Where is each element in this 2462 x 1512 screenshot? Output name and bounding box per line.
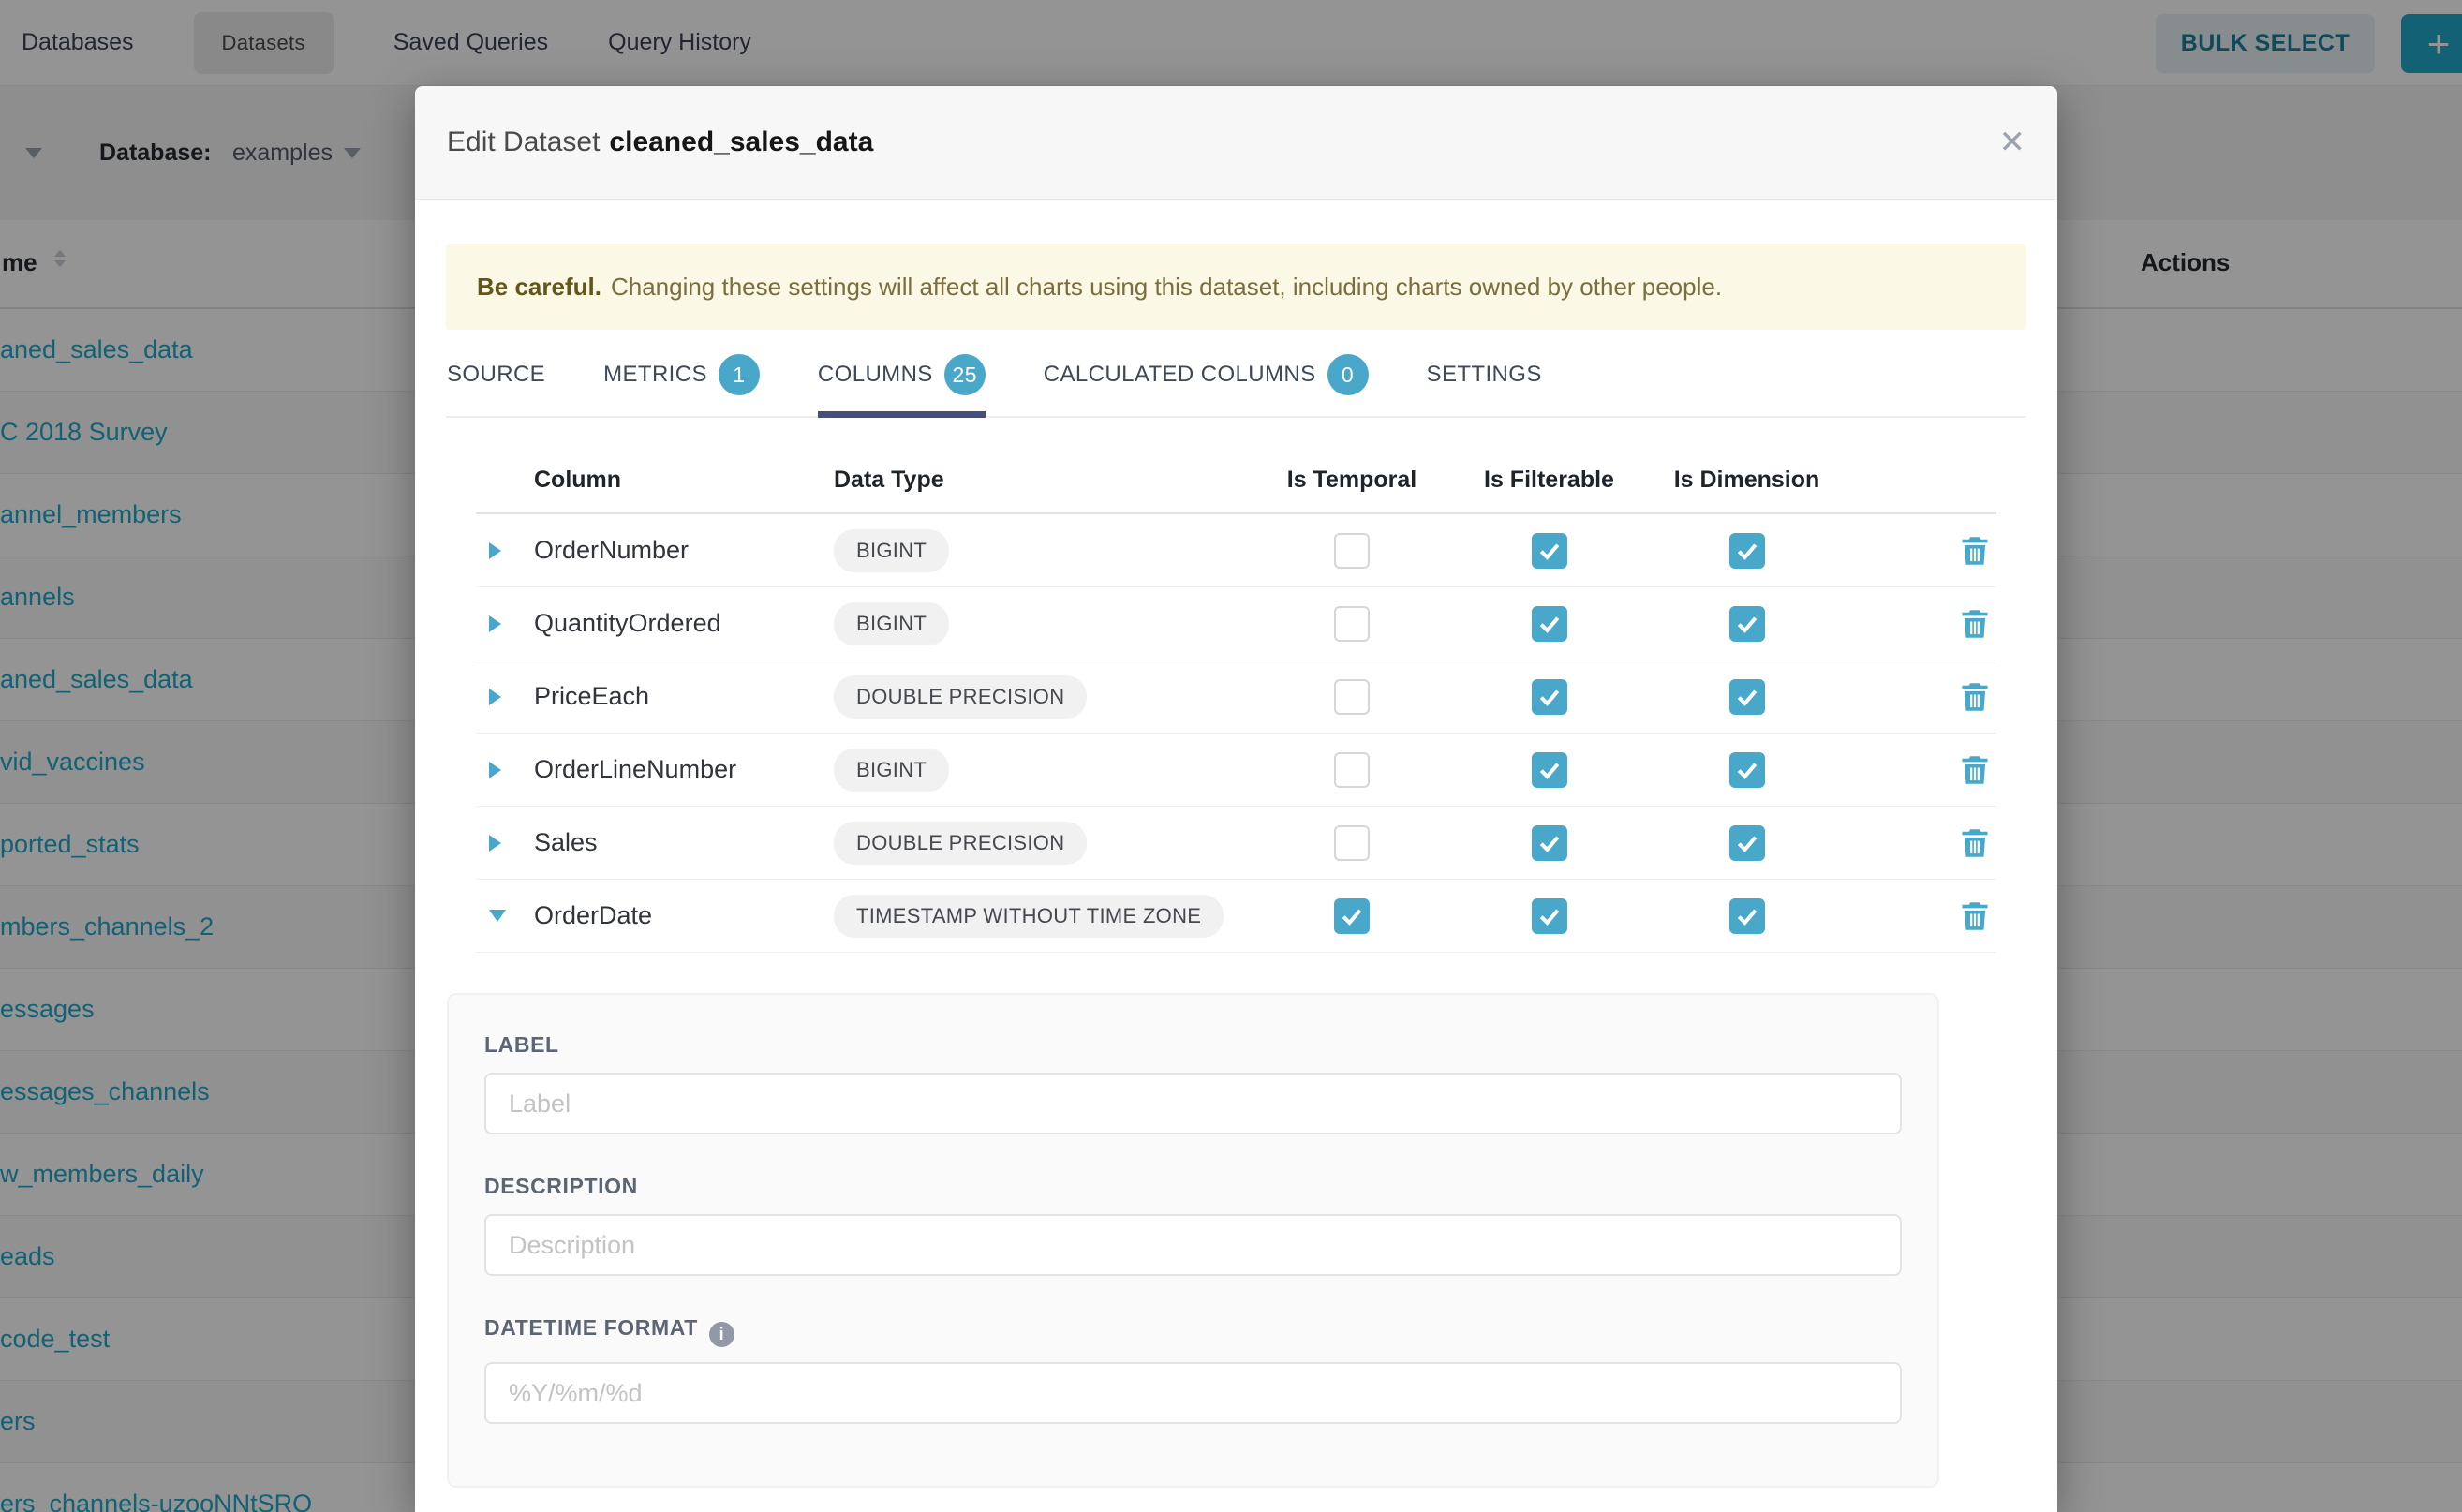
column-row: OrderNumber BIGINT — [476, 514, 1996, 587]
header-is-filterable: Is Filterable — [1450, 467, 1648, 494]
datetime-format-input[interactable] — [484, 1362, 1902, 1424]
datetime-format-label-text: DATETIME FORMAT — [484, 1315, 698, 1340]
is-temporal-checkbox[interactable] — [1334, 533, 1370, 569]
delete-column-trash-icon[interactable] — [1961, 828, 1989, 858]
column-row: OrderLineNumber BIGINT — [476, 734, 1996, 807]
tab-source[interactable]: SOURCE — [447, 354, 545, 416]
data-type-pill: DOUBLE PRECISION — [834, 675, 1087, 719]
column-row: QuantityOrdered BIGINT — [476, 587, 1996, 660]
close-icon[interactable]: ✕ — [1999, 126, 2026, 158]
tab-label: COLUMNS — [818, 362, 933, 388]
is-dimension-checkbox[interactable] — [1729, 825, 1765, 861]
is-temporal-checkbox[interactable] — [1334, 679, 1370, 715]
header-is-temporal: Is Temporal — [1253, 467, 1450, 494]
is-filterable-checkbox[interactable] — [1532, 898, 1567, 934]
column-name: OrderDate — [534, 901, 834, 930]
expand-caret-icon[interactable] — [476, 615, 534, 632]
tab-bar: SOURCE METRICS 1 COLUMNS 25 CALCULATED C… — [446, 354, 2026, 418]
column-name: QuantityOrdered — [534, 609, 834, 638]
is-dimension-checkbox[interactable] — [1729, 533, 1765, 569]
metrics-count-badge: 1 — [719, 354, 760, 395]
column-name: OrderNumber — [534, 536, 834, 565]
columns-table-header: Column Data Type Is Temporal Is Filterab… — [476, 448, 1996, 514]
tab-label: CALCULATED COLUMNS — [1044, 362, 1316, 388]
tab-columns[interactable]: COLUMNS 25 — [818, 354, 986, 416]
is-temporal-checkbox[interactable] — [1334, 898, 1370, 934]
description-field-label: DESCRIPTION — [484, 1174, 1937, 1199]
data-type-pill: TIMESTAMP WITHOUT TIME ZONE — [834, 895, 1224, 938]
label-field-label: LABEL — [484, 1032, 1937, 1058]
delete-column-trash-icon[interactable] — [1961, 901, 1989, 931]
datetime-format-field-group: DATETIME FORMAT i — [484, 1315, 1937, 1424]
is-dimension-checkbox[interactable] — [1729, 606, 1765, 642]
delete-column-trash-icon[interactable] — [1961, 682, 1989, 712]
is-dimension-checkbox[interactable] — [1729, 679, 1765, 715]
label-field-group: LABEL — [484, 1032, 1937, 1134]
expand-caret-icon[interactable] — [476, 762, 534, 778]
is-temporal-checkbox[interactable] — [1334, 825, 1370, 861]
tab-settings[interactable]: SETTINGS — [1427, 354, 1542, 416]
tab-metrics[interactable]: METRICS 1 — [603, 354, 760, 416]
warning-banner: Be careful. Changing these settings will… — [446, 244, 2026, 330]
data-type-pill: BIGINT — [834, 749, 949, 792]
expand-caret-icon[interactable] — [476, 689, 534, 705]
description-field-group: DESCRIPTION — [484, 1174, 1937, 1276]
column-row-expanded: OrderDate TIMESTAMP WITHOUT TIME ZONE — [476, 880, 1996, 953]
tab-label: SOURCE — [447, 362, 545, 388]
is-temporal-checkbox[interactable] — [1334, 752, 1370, 788]
delete-column-trash-icon[interactable] — [1961, 536, 1989, 566]
tab-label: METRICS — [603, 362, 707, 388]
header-is-dimension: Is Dimension — [1648, 467, 1846, 494]
delete-column-trash-icon[interactable] — [1961, 609, 1989, 639]
is-filterable-checkbox[interactable] — [1532, 606, 1567, 642]
label-input[interactable] — [484, 1073, 1902, 1134]
header-data-type: Data Type — [834, 467, 1253, 494]
is-filterable-checkbox[interactable] — [1532, 533, 1567, 569]
is-temporal-checkbox[interactable] — [1334, 606, 1370, 642]
warning-bold-text: Be careful. — [477, 273, 601, 302]
is-filterable-checkbox[interactable] — [1532, 679, 1567, 715]
modal-title: Edit Dataset cleaned_sales_data — [447, 126, 873, 158]
modal-title-dataset-name: cleaned_sales_data — [609, 126, 873, 157]
column-row: PriceEach DOUBLE PRECISION — [476, 660, 1996, 734]
data-type-pill: BIGINT — [834, 529, 949, 572]
column-name: OrderLineNumber — [534, 755, 834, 784]
data-type-pill: BIGINT — [834, 602, 949, 645]
calculated-columns-count-badge: 0 — [1327, 354, 1369, 395]
is-dimension-checkbox[interactable] — [1729, 898, 1765, 934]
page: Databases Datasets Saved Queries Query H… — [0, 0, 2462, 1512]
modal-body: Be careful. Changing these settings will… — [415, 244, 2057, 1488]
expand-caret-icon[interactable] — [476, 835, 534, 852]
delete-column-trash-icon[interactable] — [1961, 755, 1989, 785]
info-icon[interactable]: i — [709, 1322, 734, 1347]
is-filterable-checkbox[interactable] — [1532, 752, 1567, 788]
column-editor-panel: LABEL DESCRIPTION DATETIME FORMAT i — [447, 993, 1939, 1488]
is-dimension-checkbox[interactable] — [1729, 752, 1765, 788]
warning-text: Changing these settings will affect all … — [611, 273, 1722, 302]
header-column: Column — [534, 467, 834, 494]
datetime-format-field-label: DATETIME FORMAT i — [484, 1315, 1937, 1347]
data-type-pill: DOUBLE PRECISION — [834, 822, 1087, 865]
modal-header: Edit Dataset cleaned_sales_data ✕ — [415, 86, 2057, 200]
column-name: Sales — [534, 828, 834, 857]
description-input[interactable] — [484, 1214, 1902, 1276]
collapse-caret-icon[interactable] — [476, 910, 534, 922]
column-row: Sales DOUBLE PRECISION — [476, 807, 1996, 880]
modal-title-prefix: Edit Dataset — [447, 126, 600, 157]
tab-label: SETTINGS — [1427, 362, 1542, 388]
expand-caret-icon[interactable] — [476, 542, 534, 559]
tab-calculated-columns[interactable]: CALCULATED COLUMNS 0 — [1044, 354, 1369, 416]
edit-dataset-modal: Edit Dataset cleaned_sales_data ✕ Be care… — [415, 86, 2057, 1512]
columns-count-badge: 25 — [944, 354, 986, 395]
column-name: PriceEach — [534, 682, 834, 711]
is-filterable-checkbox[interactable] — [1532, 825, 1567, 861]
columns-table: Column Data Type Is Temporal Is Filterab… — [476, 448, 1996, 953]
